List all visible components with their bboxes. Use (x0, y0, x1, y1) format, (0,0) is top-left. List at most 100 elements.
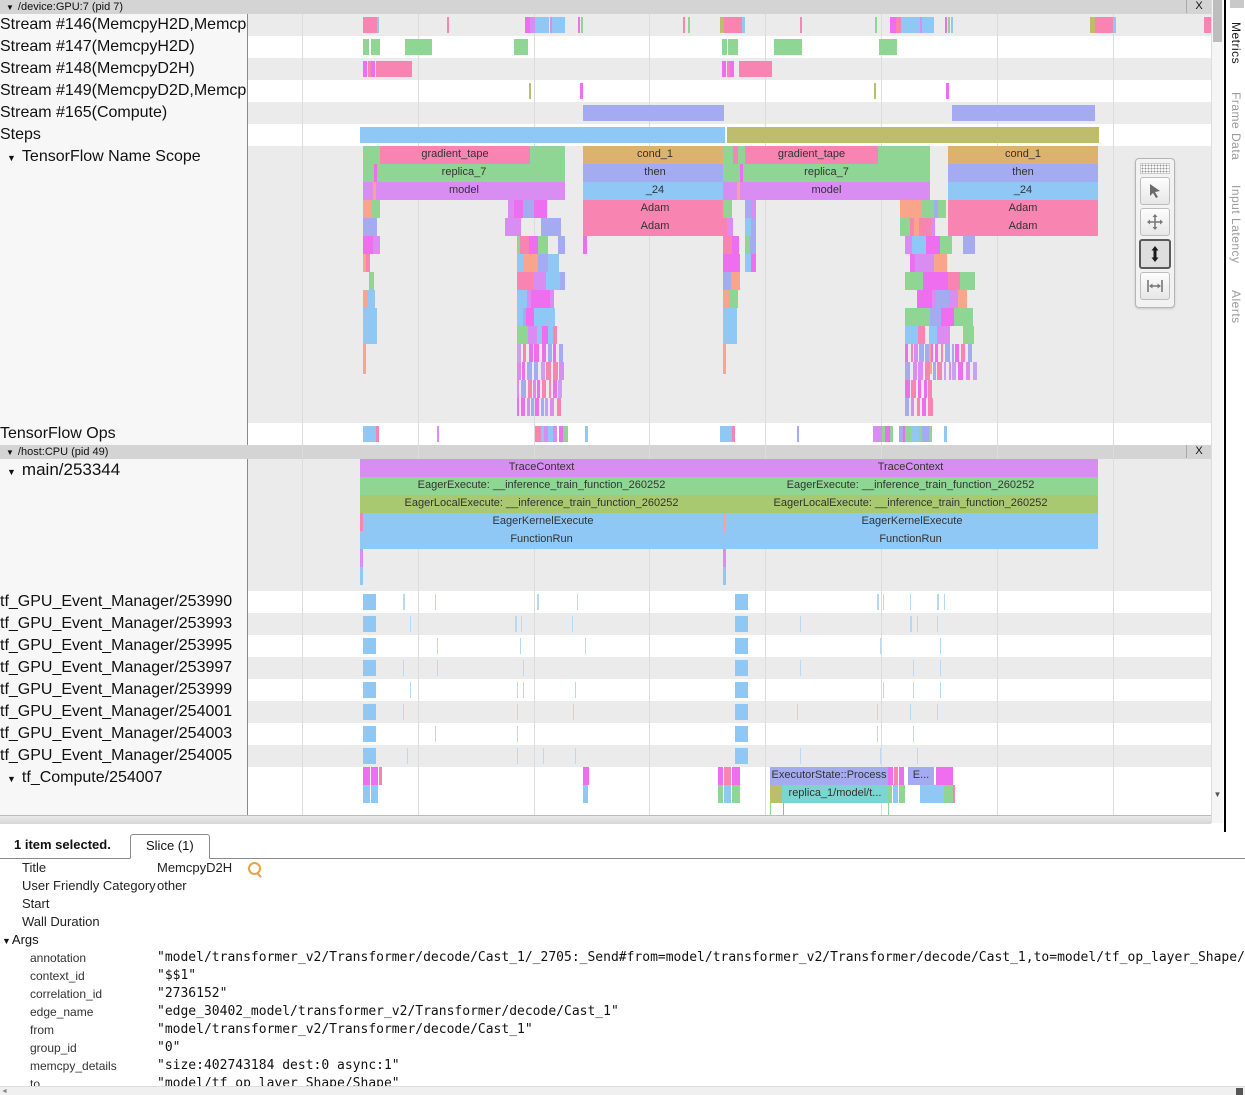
trace-event[interactable] (874, 83, 876, 99)
trace-event[interactable] (526, 308, 534, 326)
trace-event[interactable] (797, 426, 799, 442)
collapse-arrow-icon[interactable]: ▼ (2, 936, 11, 946)
trace-event[interactable] (905, 398, 909, 416)
trace-event[interactable] (894, 767, 898, 785)
trace-event[interactable] (877, 594, 879, 610)
trace-event[interactable] (723, 567, 726, 585)
trace-event[interactable]: Adam (583, 200, 727, 218)
trace-event[interactable] (546, 362, 551, 380)
trace-event[interactable] (921, 200, 934, 218)
trace-event[interactable] (900, 200, 910, 218)
trace-event[interactable] (718, 785, 723, 803)
trace-event[interactable]: _24 (583, 182, 727, 200)
trace-event[interactable] (723, 272, 731, 290)
trace-event[interactable] (523, 200, 533, 218)
trace-event[interactable] (800, 616, 801, 632)
trace-event[interactable] (920, 785, 944, 803)
collapse-arrow-icon[interactable]: ▼ (6, 3, 14, 12)
trace-event[interactable] (371, 767, 378, 785)
trace-event[interactable]: EagerKernelExecute (363, 513, 723, 531)
trace-event[interactable] (517, 326, 528, 344)
trace-event[interactable] (928, 380, 932, 398)
trace-event[interactable] (728, 39, 738, 55)
trace-event[interactable] (944, 785, 953, 803)
trace-event[interactable] (683, 17, 685, 33)
trace-event[interactable] (946, 83, 949, 99)
trace-event[interactable] (963, 326, 973, 344)
trace-event[interactable]: FunctionRun (360, 531, 723, 549)
trace-event[interactable] (734, 254, 740, 272)
trace-event[interactable] (363, 660, 376, 676)
trace-event[interactable] (732, 426, 735, 442)
trace-event[interactable] (945, 17, 947, 33)
trace-event[interactable] (435, 726, 436, 742)
trace-event[interactable] (534, 344, 539, 362)
trace-event[interactable] (724, 17, 742, 33)
trace-event[interactable] (905, 362, 910, 380)
tab-metrics[interactable]: Metrics (1229, 22, 1243, 64)
select-tool-button[interactable] (1140, 177, 1170, 205)
trace-event[interactable]: replica_1/model/t... (782, 785, 888, 803)
trace-event[interactable] (363, 17, 377, 33)
trace-event[interactable] (911, 344, 913, 362)
trace-event[interactable] (521, 616, 522, 632)
trace-event[interactable] (964, 308, 973, 326)
zoom-tool-button[interactable] (1139, 239, 1171, 269)
trace-event[interactable] (528, 380, 531, 398)
trace-event[interactable] (581, 17, 583, 33)
trace-event[interactable] (535, 17, 549, 33)
trace-event[interactable] (940, 236, 952, 254)
trace-event[interactable] (918, 380, 921, 398)
trace-event[interactable] (968, 344, 972, 362)
trace-event[interactable] (944, 594, 945, 610)
trace-event[interactable] (939, 254, 947, 272)
trace-event[interactable] (555, 254, 559, 272)
trace-event[interactable] (949, 290, 958, 308)
scrollbar-thumb[interactable] (1213, 0, 1222, 42)
trace-event[interactable] (520, 638, 521, 654)
trace-event[interactable]: replica_7 (723, 164, 930, 182)
trace-event[interactable] (937, 326, 951, 344)
trace-event[interactable] (770, 785, 782, 803)
trace-event[interactable] (963, 236, 975, 254)
trace-event[interactable] (363, 704, 376, 720)
trace-event[interactable] (735, 748, 748, 764)
trace-event[interactable] (363, 200, 372, 218)
trace-event[interactable] (541, 218, 561, 236)
trace-event[interactable] (363, 748, 376, 764)
trace-event[interactable] (363, 785, 370, 803)
trace-event[interactable] (938, 200, 946, 218)
trace-event[interactable] (913, 660, 914, 676)
trace-event[interactable] (558, 380, 561, 398)
trace-event[interactable] (360, 549, 363, 567)
trace-event[interactable] (905, 380, 910, 398)
row-label[interactable]: ▼main/253344 (0, 459, 248, 591)
trace-event[interactable] (517, 682, 518, 698)
trace-event[interactable] (545, 398, 548, 416)
trace-event[interactable] (735, 704, 748, 720)
trace-event[interactable] (735, 660, 748, 676)
trace-event[interactable]: EagerExecute: __inference_train_function… (360, 477, 723, 495)
trace-event[interactable] (918, 362, 923, 380)
trace-event[interactable] (371, 39, 380, 55)
trace-event[interactable] (517, 254, 524, 272)
trace-event[interactable] (688, 17, 690, 33)
trace-event[interactable] (572, 616, 573, 632)
trace-event[interactable]: then (583, 164, 727, 182)
trace-event[interactable] (559, 344, 562, 362)
trace-event[interactable] (363, 39, 369, 55)
trace-event[interactable] (751, 218, 756, 236)
trace-event[interactable] (529, 344, 533, 362)
page-horizontal-scrollbar[interactable]: ◄ (0, 1086, 1245, 1095)
trace-event[interactable] (922, 17, 934, 33)
trace-event[interactable] (917, 290, 932, 308)
trace-event[interactable] (373, 182, 376, 200)
trace-event[interactable] (537, 380, 540, 398)
trace-event[interactable] (523, 682, 524, 698)
trace-event[interactable]: TraceContext (723, 459, 1098, 477)
close-button[interactable]: X (1186, 445, 1211, 458)
trace-event[interactable] (915, 254, 922, 272)
trace-event[interactable] (921, 254, 934, 272)
trace-event[interactable] (522, 362, 525, 380)
trace-event[interactable] (905, 236, 912, 254)
